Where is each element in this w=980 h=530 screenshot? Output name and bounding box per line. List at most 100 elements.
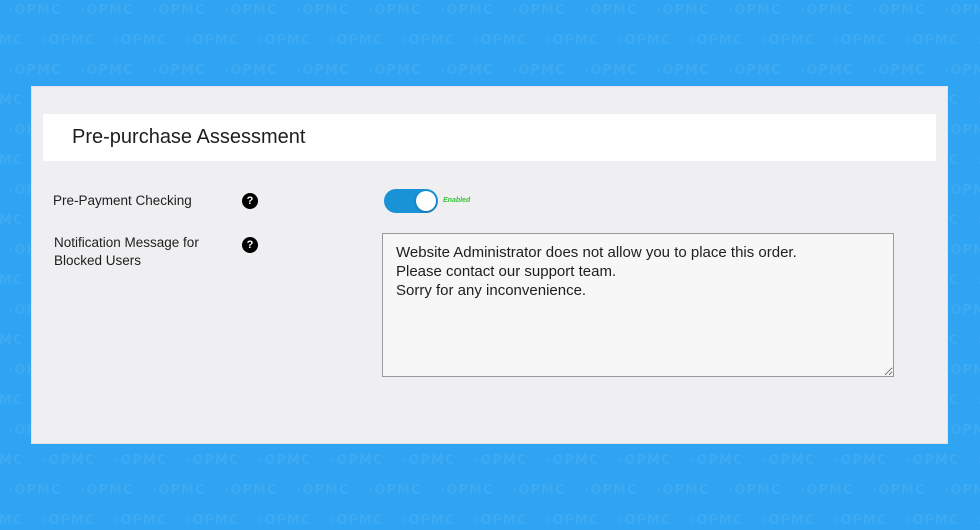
watermark-logo: ›OPMC xyxy=(296,63,350,78)
watermark-logo: ›OPMC xyxy=(834,453,888,468)
watermark-logo: ›OPMC xyxy=(546,513,600,528)
page-title: Pre-purchase Assessment xyxy=(72,126,306,148)
watermark-logo: ›OPMC xyxy=(440,483,494,498)
watermark-logo: ›OPMC xyxy=(584,63,638,78)
watermark-row: ›OPMC ›OPMC ›OPMC ›OPMC ›OPMC ›OPMC ›OPMC ›OPMC… xyxy=(0,513,980,528)
watermark-logo: ›OPMC xyxy=(296,3,350,18)
watermark-logo: ›OPMC xyxy=(762,513,816,528)
watermark-logo: ›OPMC xyxy=(944,243,980,258)
watermark-logo: ›OPMC xyxy=(618,453,672,468)
watermark-logo: ›OPMC xyxy=(690,513,744,528)
watermark-row: ›OPMC ›OPMC ›OPMC ›OPMC ›OPMC ›OPMC ›OPMC ›OPMC… xyxy=(8,63,980,78)
watermark-logo: ›OPMC xyxy=(618,33,672,48)
watermark-logo: ›OPMC xyxy=(42,513,96,528)
watermark-logo: ›OPMC xyxy=(762,33,816,48)
watermark-logo: ›OPMC xyxy=(224,483,278,498)
watermark-logo: ›OPMC xyxy=(330,453,384,468)
watermark-logo: ›OPMC xyxy=(834,513,888,528)
watermark-logo: ›OPMC xyxy=(944,303,980,318)
notification-message-textarea[interactable] xyxy=(382,233,894,377)
watermark-logo: ›OPMC xyxy=(906,33,960,48)
watermark-logo: ›OPMC xyxy=(42,453,96,468)
watermark-logo: ›OPMC xyxy=(728,63,782,78)
watermark-logo: ›OPMC xyxy=(258,453,312,468)
watermark-logo: ›OPMC xyxy=(368,483,422,498)
watermark-logo: ›OPMC xyxy=(546,453,600,468)
notification-message-label: Notification Message for Blocked Users xyxy=(54,235,199,268)
watermark-logo: ›OPMC xyxy=(258,33,312,48)
watermark-logo: ›OPMC xyxy=(728,3,782,18)
watermark-logo: ›OPMC xyxy=(944,183,980,198)
watermark-logo: ›OPMC xyxy=(42,33,96,48)
watermark-logo: ›OPMC xyxy=(330,33,384,48)
watermark-logo: ›OPMC xyxy=(512,3,566,18)
watermark-logo: ›OPMC xyxy=(114,453,168,468)
watermark-logo: ›OPMC xyxy=(944,423,980,438)
watermark-logo: ›OPMC xyxy=(474,453,528,468)
watermark-logo: ›OPMC xyxy=(656,3,710,18)
watermark-row: ›OPMC ›OPMC ›OPMC ›OPMC ›OPMC ›OPMC ›OPMC ›OPMC… xyxy=(0,33,980,48)
watermark-logo: ›OPMC xyxy=(474,33,528,48)
watermark-logo: ›OPMC xyxy=(474,513,528,528)
watermark-logo: ›OPMC xyxy=(440,63,494,78)
watermark-logo: ›OPMC xyxy=(368,63,422,78)
watermark-logo: ›OPMC xyxy=(186,33,240,48)
watermark-logo: ›OPMC xyxy=(728,483,782,498)
watermark-logo: ›OPMC xyxy=(0,33,24,48)
settings-panel: Pre-purchase Assessment Pre-Payment Chec… xyxy=(31,86,948,444)
watermark-logo: ›OPMC xyxy=(152,483,206,498)
watermark-logo: ›OPMC xyxy=(114,513,168,528)
watermark-logo: ›OPMC xyxy=(0,453,24,468)
watermark-logo: ›OPMC xyxy=(368,3,422,18)
watermark-logo: ›OPMC xyxy=(690,453,744,468)
toggle-knob xyxy=(416,191,436,211)
watermark-logo: ›OPMC xyxy=(402,453,456,468)
panel-header: Pre-purchase Assessment xyxy=(43,114,936,161)
watermark-logo: ›OPMC xyxy=(656,63,710,78)
watermark-logo: ›OPMC xyxy=(800,3,854,18)
watermark-logo: ›OPMC xyxy=(800,63,854,78)
watermark-logo: ›OPMC xyxy=(8,63,62,78)
watermark-logo: ›OPMC xyxy=(690,33,744,48)
watermark-logo: ›OPMC xyxy=(8,3,62,18)
watermark-row: ›OPMC ›OPMC ›OPMC ›OPMC ›OPMC ›OPMC ›OPMC ›OPMC… xyxy=(0,453,980,468)
watermark-logo: ›OPMC xyxy=(440,3,494,18)
watermark-logo: ›OPMC xyxy=(80,3,134,18)
watermark-logo: ›OPMC xyxy=(152,3,206,18)
watermark-logo: ›OPMC xyxy=(296,483,350,498)
help-icon[interactable]: ? xyxy=(242,193,258,209)
watermark-logo: ›OPMC xyxy=(944,123,980,138)
watermark-logo: ›OPMC xyxy=(258,513,312,528)
watermark-logo: ›OPMC xyxy=(872,63,926,78)
watermark-logo: ›OPMC xyxy=(800,483,854,498)
watermark-logo: ›OPMC xyxy=(872,483,926,498)
watermark-logo: ›OPMC xyxy=(330,513,384,528)
watermark-logo: ›OPMC xyxy=(546,33,600,48)
watermark-logo: ›OPMC xyxy=(584,483,638,498)
watermark-logo: ›OPMC xyxy=(402,513,456,528)
watermark-logo: ›OPMC xyxy=(656,483,710,498)
watermark-logo: ›OPMC xyxy=(224,63,278,78)
watermark-logo: ›OPMC xyxy=(186,453,240,468)
watermark-logo: ›OPMC xyxy=(8,483,62,498)
watermark-logo: ›OPMC xyxy=(872,3,926,18)
watermark-logo: ›OPMC xyxy=(512,483,566,498)
watermark-row: ›OPMC ›OPMC ›OPMC ›OPMC ›OPMC ›OPMC ›OPMC ›OPMC… xyxy=(8,3,980,18)
watermark-logo: ›OPMC xyxy=(512,63,566,78)
watermark-logo: ›OPMC xyxy=(0,513,24,528)
watermark-logo: ›OPMC xyxy=(152,63,206,78)
help-icon[interactable]: ? xyxy=(242,237,258,253)
watermark-logo: ›OPMC xyxy=(80,63,134,78)
prepayment-checking-label: Pre-Payment Checking xyxy=(53,193,192,208)
watermark-logo: ›OPMC xyxy=(944,3,980,18)
watermark-logo: ›OPMC xyxy=(224,3,278,18)
watermark-logo: ›OPMC xyxy=(906,513,960,528)
watermark-logo: ›OPMC xyxy=(80,483,134,498)
watermark-logo: ›OPMC xyxy=(114,33,168,48)
watermark-row: ›OPMC ›OPMC ›OPMC ›OPMC ›OPMC ›OPMC ›OPMC ›OPMC… xyxy=(8,483,980,498)
watermark-logo: ›OPMC xyxy=(584,3,638,18)
watermark-logo: ›OPMC xyxy=(944,63,980,78)
watermark-logo: ›OPMC xyxy=(944,483,980,498)
prepayment-checking-toggle[interactable] xyxy=(384,189,438,213)
watermark-logo: ›OPMC xyxy=(618,513,672,528)
